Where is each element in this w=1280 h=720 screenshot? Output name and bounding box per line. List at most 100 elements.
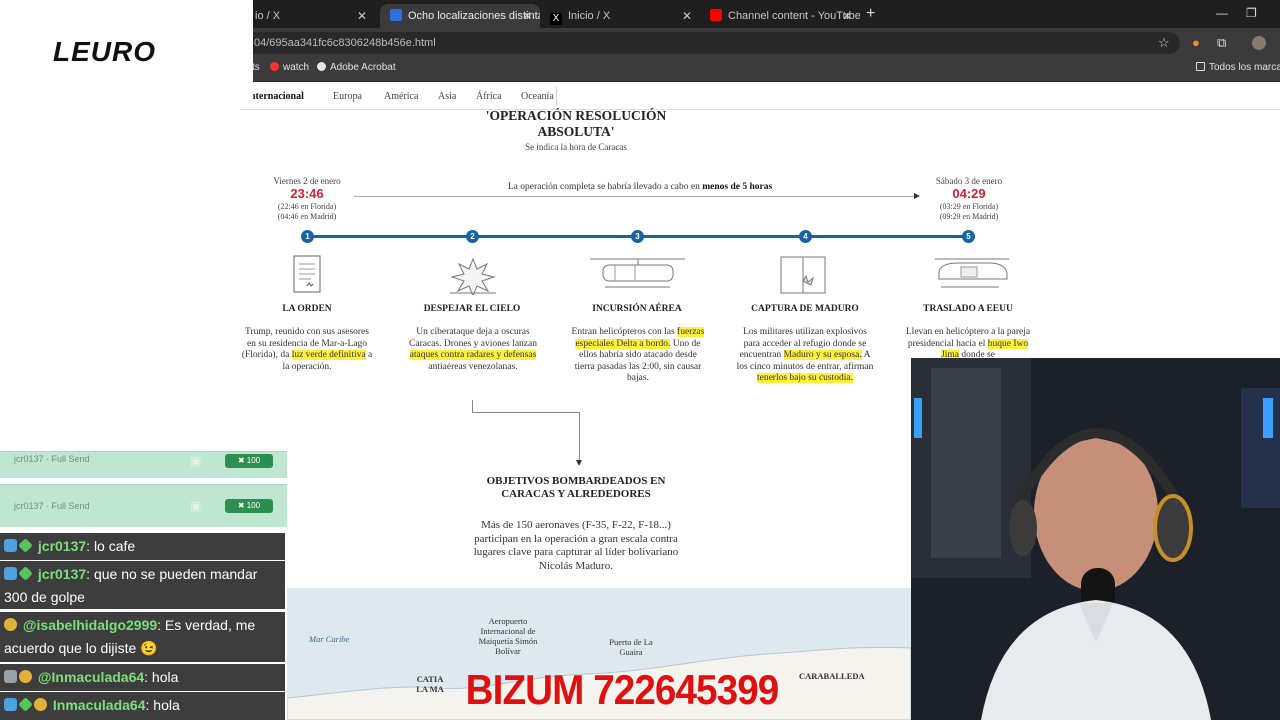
bookmark-star-icon[interactable]: ☆	[1158, 35, 1170, 51]
end-florida: (03:29 en Florida)	[939, 202, 999, 211]
duration-arrow-line	[354, 196, 916, 197]
highlighted-text: Maduro y su esposa.	[783, 350, 862, 361]
end-madrid: (09:29 en Madrid)	[939, 212, 999, 221]
all-bookmarks[interactable]: Todos los marcadores	[1196, 62, 1280, 73]
stage-text-2: Un ciberataque deja a oscuras Caracas. D…	[405, 327, 541, 373]
coin-badge-icon	[19, 670, 32, 683]
tab-label: io / X	[255, 10, 281, 22]
url-field[interactable]: 04/695aa341fc6c8306248b456e.html	[240, 32, 1180, 54]
alert-user: jcr0137 · Full Send	[14, 501, 90, 511]
stream-logo-panel: LEURO	[0, 0, 253, 108]
restore-icon[interactable]: ❐	[1246, 6, 1257, 20]
step-marker-1: 1	[301, 230, 314, 243]
minimize-icon[interactable]: —	[1216, 6, 1228, 20]
connector-line	[579, 412, 580, 462]
explosion-icon	[450, 257, 496, 295]
coin-badge-icon	[34, 698, 47, 711]
nav-internacional[interactable]: nternacional	[250, 91, 304, 102]
highlighted-text: tenerlos bajo su custodia.	[756, 373, 854, 384]
stage-title-2: DESPEJAR EL CIELO	[423, 304, 521, 314]
tab-youtube-studio[interactable]: Channel content - YouTube Stu ✕	[700, 4, 860, 28]
end-time: 04:29	[952, 186, 986, 201]
chat-text: : hola	[144, 669, 179, 685]
chat-message: jcr0137: lo cafe	[0, 533, 285, 560]
acrobat-icon	[317, 62, 326, 71]
tab-ocho-localizaciones[interactable]: Ocho localizaciones distintas p ✕	[380, 4, 540, 28]
bookmark-adobe-acrobat[interactable]: Adobe Acrobat	[317, 62, 396, 73]
close-tab-icon[interactable]: ✕	[357, 6, 367, 26]
stage-title-4: CAPTURA DE MADURO	[751, 304, 859, 314]
wrench-badge-icon	[4, 670, 17, 683]
close-tab-icon[interactable]: ✕	[842, 6, 852, 26]
diamond-badge-icon	[18, 697, 33, 712]
targets-text: Más de 150 aeronaves (F-35, F-22, F-18..…	[473, 519, 679, 572]
start-madrid: (04:46 en Madrid)	[277, 212, 337, 221]
end-day: Sábado 3 de enero	[935, 176, 1003, 186]
stage-text-3: Entran helicópteros con las fuerzas espe…	[570, 327, 706, 385]
bookmark-item[interactable]: ts	[252, 62, 260, 73]
duration-arrowhead	[914, 193, 920, 199]
chat-message: @isabelhidalgo2999: Es verdad, me acuerd…	[0, 612, 285, 662]
diamond-badge-icon	[18, 566, 33, 581]
extension-icon[interactable]: ●	[1192, 35, 1200, 50]
tab-label: Channel content - YouTube Stu	[728, 10, 860, 22]
profile-avatar[interactable]	[1252, 36, 1266, 50]
bits-badge: ✖ 100	[225, 499, 273, 513]
door-breach-icon	[780, 256, 826, 294]
new-tab-icon[interactable]: +	[866, 4, 875, 24]
leuro-logo: LEURO	[53, 36, 156, 67]
start-time: 23:46	[290, 186, 324, 201]
start-day: Viernes 2 de enero	[273, 176, 341, 186]
helicopter-transfer-icon	[935, 258, 1009, 288]
alert-user: jcr0137 · Full Send	[14, 454, 90, 464]
subscriber-badge-icon	[4, 539, 17, 552]
bizum-donation-banner: BIZUM 722645399	[465, 666, 780, 713]
stage-text-4: Los militares utilizan explosivos para a…	[734, 327, 876, 385]
bookmark-watch[interactable]: watch	[270, 62, 309, 73]
youtube-icon	[710, 9, 722, 21]
nav-africa[interactable]: África	[476, 91, 502, 102]
chat-text: : lo cafe	[86, 538, 136, 554]
nav-america[interactable]: América	[384, 91, 418, 102]
subscriber-badge-icon	[4, 567, 17, 580]
stage-title-5: TRASLADO A EEUU	[923, 304, 1013, 314]
graphic-title: 'OPERACIÓN RESOLUCIÓN ABSOLUTA'	[485, 108, 667, 139]
nav-europa[interactable]: Europa	[333, 91, 362, 102]
map-label-airport: Aeropuerto Internacional de Maiquetía Si…	[478, 616, 538, 656]
stage-title-3: INCURSIÓN AÉREA	[592, 304, 682, 314]
graphic-subtitle: Se indica la hora de Caracas	[525, 142, 627, 152]
youtube-icon	[270, 62, 279, 71]
tab-label: Inicio / X	[568, 10, 611, 22]
step-marker-4: 4	[799, 230, 812, 243]
close-tab-icon[interactable]: ✕	[522, 6, 532, 26]
chat-username: jcr0137	[37, 538, 87, 554]
stage-text-fragment: antiaéreas venezolanas.	[428, 361, 518, 372]
streamer-webcam-image	[911, 358, 1280, 720]
chat-username: @Inmaculada64	[37, 669, 145, 685]
subscriber-badge-icon	[4, 698, 17, 711]
step-marker-5: 5	[962, 230, 975, 243]
chat-username: jcr0137	[37, 566, 87, 582]
folder-icon	[1196, 62, 1205, 71]
stage-title-1: LA ORDEN	[282, 304, 332, 314]
stage-text-1: Trump, reunido con sus asesores en su re…	[240, 327, 374, 373]
tab-x-home-1[interactable]: io / X ✕	[245, 4, 375, 28]
start-timestamp: Viernes 2 de enero 23:46 (22:46 en Flori…	[257, 176, 357, 222]
duration-text: La operación completa se habría llevado …	[430, 182, 850, 192]
targets-title: OBJETIVOS BOMBARDEADOS EN CARACAS Y ALRE…	[486, 475, 666, 500]
nav-asia[interactable]: Asia	[438, 91, 456, 102]
nav-divider	[556, 87, 557, 105]
map-label-port: Puerto de La Guaira	[609, 637, 653, 657]
map-label-catia: CATIA LA MA	[416, 674, 444, 694]
stage-text-5: Llevan en helicóptero a la pareja presid…	[905, 327, 1031, 362]
highlighted-text: ataques contra radares y defensas	[409, 350, 537, 361]
chat-username: Inmaculada64	[52, 697, 146, 713]
close-tab-icon[interactable]: ✕	[682, 6, 692, 26]
connector-line	[472, 412, 579, 413]
tab-x-home-2[interactable]: X Inicio / X ✕	[540, 4, 700, 28]
nav-oceania[interactable]: Oceanía	[521, 91, 554, 102]
extensions-puzzle-icon[interactable]: ⧉	[1217, 35, 1226, 51]
map-label-caraballeda: CARABALLEDA	[799, 671, 865, 681]
chat-message: jcr0137: que no se pueden mandar 300 de …	[0, 561, 285, 609]
donation-alert: jcr0137 · Full Send ▣ ✖ 100	[0, 451, 287, 478]
